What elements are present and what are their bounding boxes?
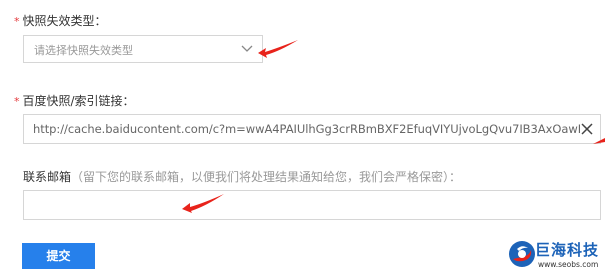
url-field-label: * 百度快照/索引链接： xyxy=(14,94,135,109)
select-placeholder: 请选择快照失效类型 xyxy=(34,44,133,57)
submit-button[interactable]: 提交 xyxy=(22,243,95,269)
watermark-logo: 巨海科技 www.seobs.com xyxy=(505,238,605,272)
snapshot-url-input[interactable]: http://cache.baiducontent.com/c?m=wwA4PA… xyxy=(23,114,601,144)
contact-field-hint: （留下您的联系邮箱，以便我们将处理结果通知给您，我们会严格保密）： xyxy=(71,170,462,184)
red-arrow-icon xyxy=(593,138,605,144)
contact-field-label-text: 联系邮箱 xyxy=(23,170,72,184)
snapshot-type-select[interactable]: 请选择快照失效类型 xyxy=(23,35,263,63)
required-mark: * xyxy=(14,15,20,28)
red-arrow-icon xyxy=(258,40,298,58)
red-arrow-icon xyxy=(182,194,224,213)
contact-field-label: 联系邮箱（留下您的联系邮箱，以便我们将处理结果通知给您，我们会严格保密）： xyxy=(23,170,461,184)
close-icon[interactable] xyxy=(580,122,594,136)
type-field-label-text: 快照失效类型： xyxy=(22,14,107,28)
watermark-url: www.seobs.com xyxy=(538,260,599,269)
url-input-value: http://cache.baiducontent.com/c?m=wwA4PA… xyxy=(33,122,580,136)
contact-email-input[interactable] xyxy=(23,190,601,220)
chevron-down-icon[interactable] xyxy=(241,44,253,54)
watermark-name: 巨海科技 xyxy=(535,241,600,259)
type-field-label: * 快照失效类型： xyxy=(14,14,107,29)
brand-logo-icon xyxy=(509,241,535,267)
url-field-label-text: 百度快照/索引链接： xyxy=(22,94,135,108)
required-mark: * xyxy=(14,95,20,108)
